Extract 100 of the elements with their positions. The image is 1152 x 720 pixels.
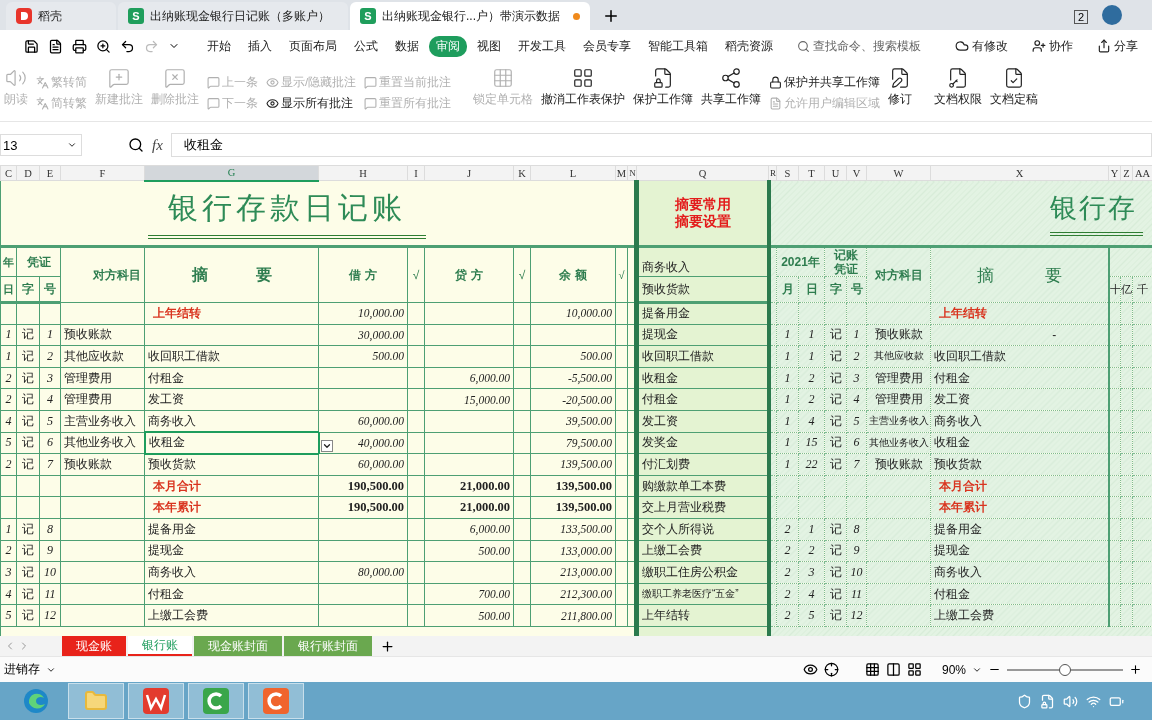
table-cell: 收回职工借款 (934, 349, 1006, 363)
table-cell: 上缴工会费 (934, 608, 994, 623)
browser-tab[interactable]: S 出纳账现金银行日记账（多账户） (118, 2, 348, 30)
table-cell: 1 (0, 345, 17, 368)
table-cell: 年 (0, 246, 17, 277)
menu-tab[interactable]: 会员专享 (576, 35, 638, 57)
browser-tab[interactable]: S 出纳账现金银行...户）带演示数据 (350, 2, 590, 30)
column-header[interactable]: J (424, 165, 514, 181)
table-cell: 其他业务收入 (866, 432, 931, 454)
header-action[interactable]: 有修改 (949, 36, 1014, 56)
table-cell: 2 (0, 453, 17, 476)
function-label[interactable]: fx (152, 136, 163, 154)
table-cell: 3 (0, 561, 17, 584)
table-cell: 记 (824, 324, 847, 346)
ledger-title: 银行存 (1049, 190, 1143, 236)
table-cell: 商务收入 (934, 564, 982, 579)
column-header[interactable]: R (768, 165, 777, 181)
header-action[interactable]: 分享 (1091, 36, 1144, 56)
table-cell: 上年结转 (939, 305, 987, 320)
ribbon-button[interactable]: 共享工作簿 (697, 64, 766, 121)
table-cell: 本年累计 (939, 500, 987, 515)
table-cell: 提现金 (144, 540, 319, 562)
table-cell: 付租金 (934, 586, 970, 601)
column-header[interactable]: H (318, 165, 408, 181)
table-cell: 4 (0, 410, 17, 433)
column-header[interactable]: U (824, 165, 847, 181)
table-cell: 缴职工养老医疗“五金” (636, 583, 769, 605)
sheet-badge: S (128, 8, 144, 24)
column-header[interactable]: W (866, 165, 931, 181)
table-cell: 收回职工借款 (636, 345, 769, 368)
table-cell: 提备用金 (934, 521, 982, 536)
zoom-level[interactable]: 90% (941, 662, 966, 677)
table-cell: 摘 要 (930, 246, 1109, 303)
ribbon-button[interactable]: 修订 (884, 64, 917, 121)
column-header[interactable]: X (930, 165, 1109, 181)
column-header[interactable]: T (798, 165, 825, 181)
table-cell: 9 (846, 540, 867, 562)
column-header[interactable]: Q (636, 165, 769, 181)
menu-tab[interactable]: 公式 (347, 35, 385, 57)
browser-tab[interactable]: 稻壳 (6, 2, 116, 30)
table-cell: 发工资 (934, 392, 970, 407)
menu-tab[interactable]: 开始 (200, 35, 238, 57)
table-cell: 余 额 (530, 246, 616, 303)
column-header[interactable]: N (627, 165, 637, 181)
table-cell: 贷 方 (424, 246, 514, 303)
table-cell: 记 (824, 367, 847, 389)
table-cell: 提备用金 (636, 302, 769, 325)
sheet-tab[interactable]: 现金账 (62, 636, 126, 656)
sheet-tab[interactable]: 银行账 (128, 636, 192, 656)
ribbon-button[interactable]: 撤消工作表保护 (537, 64, 630, 121)
menu-tab[interactable]: 页面布局 (282, 35, 344, 57)
summary-link[interactable]: 摘要设置 (642, 213, 764, 230)
table-cell: 付汇划费 (636, 453, 769, 476)
table-cell: 3 (846, 367, 867, 389)
ribbon-button[interactable]: 文档权限 (930, 64, 987, 121)
table-cell: 记 (824, 432, 847, 454)
menu-tab[interactable]: 开发工具 (511, 35, 573, 57)
table-cell: 预收货款 (144, 453, 319, 476)
table-cell: 记账凭证 (833, 248, 858, 276)
menu-tab[interactable]: 数据 (388, 35, 426, 57)
menu-tab[interactable]: 视图 (470, 35, 508, 57)
window-count[interactable]: 2 (1073, 10, 1088, 24)
column-header[interactable]: G (144, 165, 319, 181)
table-cell: 1 (846, 324, 867, 346)
table-cell: 2 (798, 540, 825, 562)
formula-field[interactable]: 收租金 (170, 133, 1152, 157)
ribbon-button[interactable]: 显示所有批注 (266, 95, 357, 111)
table-cell: 管理费用 (866, 367, 931, 389)
menu-tab[interactable]: 稻壳资源 (718, 35, 780, 57)
table-cell: 1 (776, 432, 799, 454)
table-cell: 1 (776, 324, 799, 346)
table-cell: 40,000.00 (358, 436, 404, 449)
name-box[interactable]: 13 (0, 134, 82, 156)
ribbon-button[interactable]: 保护并共享工作簿 (769, 74, 881, 90)
table-cell: 15 (798, 432, 825, 454)
menu-tab[interactable]: 插入 (241, 35, 279, 57)
header-action[interactable]: 协作 (1026, 36, 1079, 56)
column-header[interactable]: D (16, 165, 40, 181)
table-cell: 2 (0, 540, 17, 562)
ledger-title: 银行存款日记账 (148, 187, 426, 239)
status-label[interactable]: 进销存 (4, 661, 40, 678)
column-header[interactable]: E (39, 165, 61, 181)
menu-tab[interactable]: 智能工具箱 (641, 35, 715, 57)
table-cell: 记 (824, 583, 847, 605)
tab-title: 出纳账现金银行日记账（多账户） (150, 7, 330, 25)
table-cell: 5 (0, 604, 17, 627)
table-cell: 十 (1108, 276, 1121, 303)
column-header[interactable]: F (60, 165, 145, 181)
table-cell-text: - (1051, 327, 1057, 342)
table-cell: 2 (798, 367, 825, 389)
ribbon-button[interactable]: 保护工作簿 (629, 64, 698, 121)
table-cell: 提现金 (934, 543, 970, 558)
table-cell: 预收账款 (866, 324, 931, 346)
ribbon-button[interactable]: 文档定稿 (986, 64, 1043, 121)
table-cell: 收租金 (934, 435, 970, 450)
selected-cell[interactable]: 收租金 (144, 432, 319, 454)
column-header[interactable]: L (530, 165, 616, 181)
summary-link[interactable]: 摘要常用 (642, 196, 764, 213)
column-header[interactable]: C (0, 165, 17, 181)
column-header[interactable]: S (776, 165, 799, 181)
